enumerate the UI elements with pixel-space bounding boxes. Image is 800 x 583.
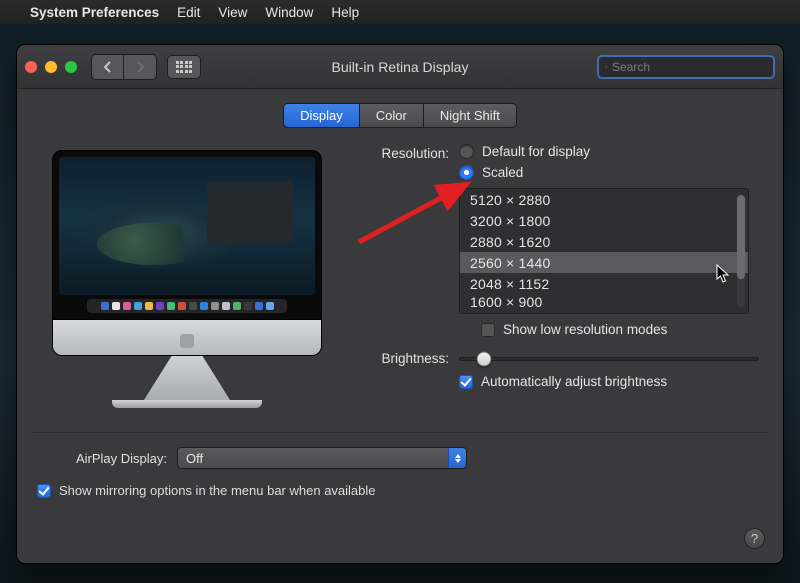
resolution-option[interactable]: 5120 × 2880 (460, 189, 748, 210)
minimize-button[interactable] (45, 61, 57, 73)
dock-app-icon (134, 302, 142, 310)
checkbox-icon (481, 323, 495, 337)
radio-icon (459, 165, 474, 180)
dock-app-icon (244, 302, 252, 310)
close-button[interactable] (25, 61, 37, 73)
slider-knob[interactable] (476, 351, 491, 366)
radio-default-for-display[interactable]: Default for display (459, 144, 590, 159)
window-body: Display Color Night Shift (17, 89, 783, 563)
checkbox-label: Show mirroring options in the menu bar w… (59, 483, 376, 498)
radio-icon (459, 144, 474, 159)
scrollbar-thumb[interactable] (737, 195, 745, 279)
dock-app-icon (211, 302, 219, 310)
display-preview (37, 144, 337, 408)
tab-display[interactable]: Display (284, 104, 360, 127)
checkbox-auto-brightness[interactable]: Automatically adjust brightness (459, 374, 763, 389)
dock-app-icon (145, 302, 153, 310)
resolution-option[interactable]: 2560 × 1440 (460, 252, 748, 273)
zoom-button[interactable] (65, 61, 77, 73)
dock-app-icon (255, 302, 263, 310)
checkbox-icon (37, 484, 51, 498)
checkbox-label: Show low resolution modes (503, 322, 667, 337)
menu-view[interactable]: View (218, 5, 247, 20)
resolution-list[interactable]: 5120 × 28803200 × 18002880 × 16202560 × … (459, 188, 749, 314)
menu-window[interactable]: Window (265, 5, 313, 20)
forward-button[interactable] (124, 55, 156, 79)
chevron-left-icon (103, 61, 112, 73)
dock-app-icon (123, 302, 131, 310)
brightness-label: Brightness: (361, 351, 459, 366)
resolution-label: Resolution: (361, 144, 459, 161)
checkbox-show-mirroring[interactable]: Show mirroring options in the menu bar w… (37, 483, 763, 498)
titlebar: Built-in Retina Display (17, 45, 783, 89)
menu-help[interactable]: Help (331, 5, 359, 20)
app-menu[interactable]: System Preferences (30, 5, 159, 20)
separator (33, 432, 767, 433)
grid-icon (176, 61, 193, 73)
dock-app-icon (189, 302, 197, 310)
resolution-option[interactable]: 3200 × 1800 (460, 210, 748, 231)
dock-app-icon (266, 302, 274, 310)
tab-night-shift[interactable]: Night Shift (424, 104, 516, 127)
back-button[interactable] (92, 55, 124, 79)
popup-arrows-icon (448, 448, 466, 468)
dock-app-icon (233, 302, 241, 310)
help-button[interactable]: ? (744, 528, 765, 549)
search-input[interactable] (612, 60, 767, 74)
airplay-label: AirPlay Display: (37, 451, 167, 466)
resolution-option[interactable]: 2048 × 1152 (460, 273, 748, 294)
popup-value: Off (186, 451, 203, 466)
dock-app-icon (167, 302, 175, 310)
radio-label: Default for display (482, 144, 590, 159)
nav-buttons (91, 54, 157, 80)
dock-app-icon (178, 302, 186, 310)
dock-app-icon (101, 302, 109, 310)
show-all-button[interactable] (167, 55, 201, 79)
preferences-window: Built-in Retina Display Display Color Ni… (16, 44, 784, 564)
window-controls (25, 61, 77, 73)
dock-app-icon (222, 302, 230, 310)
checkbox-show-low-res[interactable]: Show low resolution modes (459, 322, 763, 337)
dock-app-icon (156, 302, 164, 310)
dock-app-icon (200, 302, 208, 310)
menu-bar: System Preferences Edit View Window Help (0, 0, 800, 24)
airplay-popup[interactable]: Off (177, 447, 467, 469)
chevron-right-icon (136, 61, 145, 73)
search-field[interactable] (597, 55, 775, 79)
brightness-slider[interactable] (459, 357, 759, 361)
tab-bar: Display Color Night Shift (283, 103, 517, 128)
menu-edit[interactable]: Edit (177, 5, 200, 20)
search-icon (605, 61, 608, 73)
checkbox-label: Automatically adjust brightness (481, 374, 667, 389)
dock-app-icon (112, 302, 120, 310)
radio-scaled[interactable]: Scaled (459, 165, 590, 180)
resolution-option[interactable]: 1600 × 900 (460, 294, 748, 309)
resolution-option[interactable]: 2880 × 1620 (460, 231, 748, 252)
checkbox-icon (459, 375, 473, 389)
tab-color[interactable]: Color (360, 104, 424, 127)
radio-label: Scaled (482, 165, 523, 180)
